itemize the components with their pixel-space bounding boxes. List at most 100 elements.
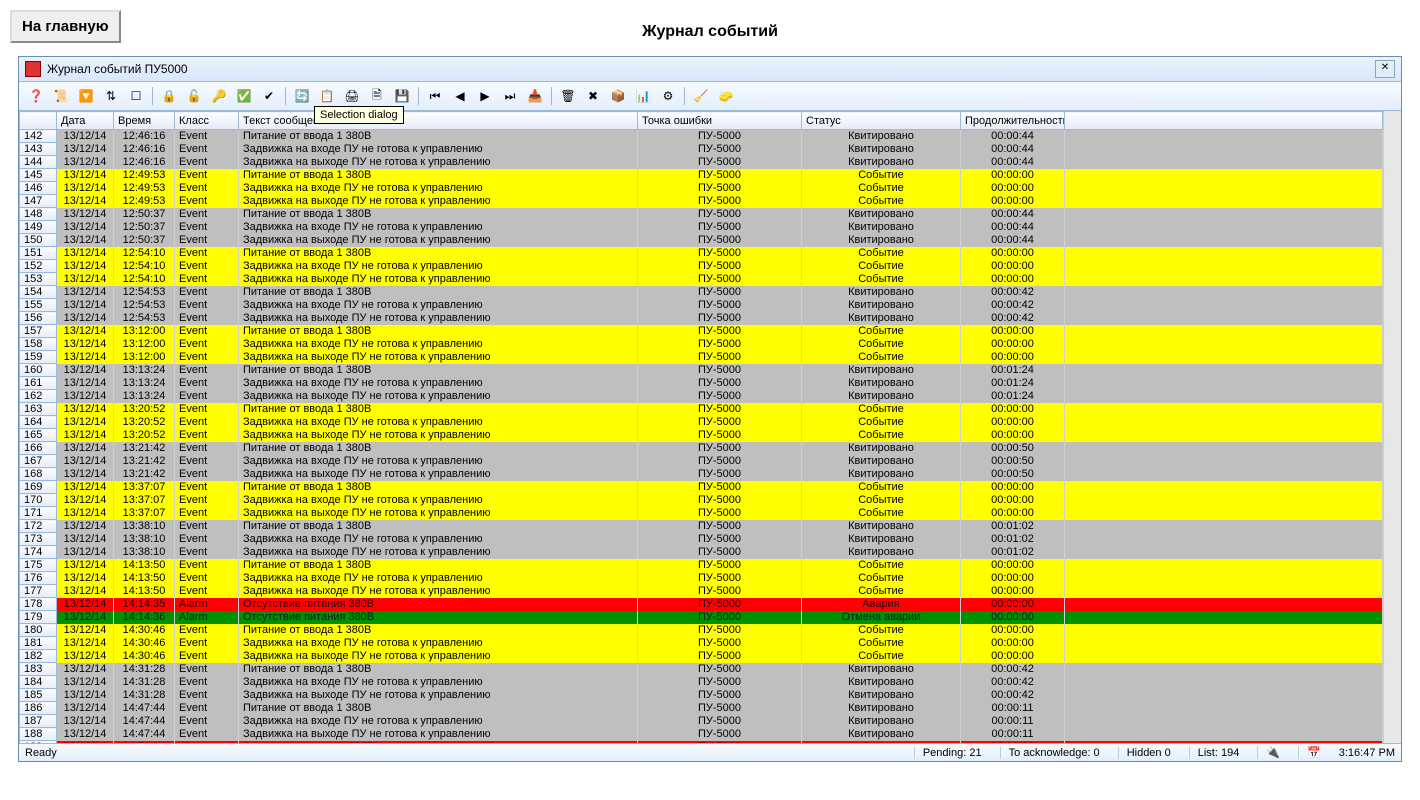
cell: ПУ-5000	[638, 416, 802, 429]
toolbar-refresh-icon[interactable]: 🔄	[291, 85, 313, 107]
column-header[interactable]: Статус	[802, 112, 961, 130]
table-row[interactable]: 16613/12/1413:21:42EventПитание от ввода…	[20, 442, 1383, 455]
table-row[interactable]: 14213/12/1412:46:16EventПитание от ввода…	[20, 130, 1383, 143]
column-header[interactable]: Время	[114, 112, 175, 130]
table-row[interactable]: 17313/12/1413:38:10EventЗадвижка на вход…	[20, 533, 1383, 546]
toolbar-archive-icon[interactable]: 📦	[607, 85, 629, 107]
cell: Event	[175, 338, 239, 351]
table-row[interactable]: 15613/12/1412:54:53EventЗадвижка на выхо…	[20, 312, 1383, 325]
toolbar-autoscroll-icon[interactable]: 📜	[50, 85, 72, 107]
home-button[interactable]: На главную	[10, 10, 121, 43]
toolbar-import-icon[interactable]: 📥	[524, 85, 546, 107]
cell: Event	[175, 299, 239, 312]
table-row[interactable]: 17913/12/1414:14:36AlarmОтсутствие питан…	[20, 611, 1383, 624]
table-row[interactable]: 15513/12/1412:54:53EventЗадвижка на вход…	[20, 299, 1383, 312]
table-row[interactable]: 14413/12/1412:46:16EventЗадвижка на выхо…	[20, 156, 1383, 169]
table-row[interactable]: 16913/12/1413:37:07EventПитание от ввода…	[20, 481, 1383, 494]
column-header[interactable]: Точка ошибки	[638, 112, 802, 130]
column-header[interactable]: Дата	[57, 112, 114, 130]
cell: Задвижка на входе ПУ не готова к управле…	[239, 715, 638, 728]
toolbar-print-icon[interactable]: 🖨	[341, 85, 363, 107]
toolbar-prev-icon[interactable]: ◀	[449, 85, 471, 107]
toolbar-unlock-icon[interactable]: 🔓	[183, 85, 205, 107]
toolbar-first-icon[interactable]: ⏮	[424, 85, 446, 107]
table-row[interactable]: 17813/12/1414:14:35AlarmОтсутствие питан…	[20, 598, 1383, 611]
table-row[interactable]: 17213/12/1413:38:10EventПитание от ввода…	[20, 520, 1383, 533]
toolbar-last-icon[interactable]: ⏭	[499, 85, 521, 107]
column-header[interactable]: Класс	[175, 112, 239, 130]
toolbar-ackall-icon[interactable]: ✅	[233, 85, 255, 107]
table-row[interactable]: 14813/12/1412:50:37EventПитание от ввода…	[20, 208, 1383, 221]
table-row[interactable]: 18513/12/1414:31:28EventЗадвижка на выхо…	[20, 689, 1383, 702]
table-row[interactable]: 18913/12/1414:54:14AlarmОтсутствие питан…	[20, 741, 1383, 744]
column-header[interactable]	[20, 112, 57, 130]
table-row[interactable]: 16213/12/1413:13:24EventЗадвижка на выхо…	[20, 390, 1383, 403]
toolbar-clearall-icon[interactable]: 🧽	[715, 85, 737, 107]
table-row[interactable]: 18213/12/1414:30:46EventЗадвижка на выхо…	[20, 650, 1383, 663]
table-row[interactable]: 14513/12/1412:49:53EventПитание от ввода…	[20, 169, 1383, 182]
table-row[interactable]: 16713/12/1413:21:42EventЗадвижка на вход…	[20, 455, 1383, 468]
column-header[interactable]: Текст сообщения	[239, 112, 638, 130]
column-header[interactable]: Продолжительность	[961, 112, 1065, 130]
toolbar-printpreview-icon[interactable]: 🗎	[366, 85, 388, 107]
table-row[interactable]: 15313/12/1412:54:10EventЗадвижка на выхо…	[20, 273, 1383, 286]
cell: 178	[20, 598, 57, 611]
table-row[interactable]: 18613/12/1414:47:44EventПитание от ввода…	[20, 702, 1383, 715]
cell: 00:00:00	[961, 338, 1065, 351]
table-row[interactable]: 18813/12/1414:47:44EventЗадвижка на выхо…	[20, 728, 1383, 741]
cell: Задвижка на выходе ПУ не готова к управл…	[239, 728, 638, 741]
table-row[interactable]: 17613/12/1414:13:50EventЗадвижка на вход…	[20, 572, 1383, 585]
table-row[interactable]: 18713/12/1414:47:44EventЗадвижка на вход…	[20, 715, 1383, 728]
table-row[interactable]: 16513/12/1413:20:52EventЗадвижка на выхо…	[20, 429, 1383, 442]
cell: Задвижка на выходе ПУ не готова к управл…	[239, 650, 638, 663]
table-row[interactable]: 15213/12/1412:54:10EventЗадвижка на вход…	[20, 260, 1383, 273]
table-row[interactable]: 15013/12/1412:50:37EventЗадвижка на выхо…	[20, 234, 1383, 247]
toolbar-copy-icon[interactable]: 📋	[316, 85, 338, 107]
table-row[interactable]: 16013/12/1413:13:24EventПитание от ввода…	[20, 364, 1383, 377]
toolbar-next-icon[interactable]: ▶	[474, 85, 496, 107]
cell: 165	[20, 429, 57, 442]
table-row[interactable]: 16313/12/1413:20:52EventПитание от ввода…	[20, 403, 1383, 416]
table-row[interactable]: 18413/12/1414:31:28EventЗадвижка на вход…	[20, 676, 1383, 689]
table-row[interactable]: 14913/12/1412:50:37EventЗадвижка на вход…	[20, 221, 1383, 234]
table-row[interactable]: 17713/12/1414:13:50EventЗадвижка на выхо…	[20, 585, 1383, 598]
toolbar-settings-icon[interactable]: ⚙	[657, 85, 679, 107]
toolbar-lock-icon[interactable]: 🔒	[158, 85, 180, 107]
table-row[interactable]: 17413/12/1413:38:10EventЗадвижка на выхо…	[20, 546, 1383, 559]
toolbar-clear-icon[interactable]: 🧹	[690, 85, 712, 107]
cell: ПУ-5000	[638, 312, 802, 325]
toolbar-export-icon[interactable]: 💾	[391, 85, 413, 107]
table-row[interactable]: 14313/12/1412:46:16EventЗадвижка на вход…	[20, 143, 1383, 156]
toolbar-ack-icon[interactable]: ✔	[258, 85, 280, 107]
table-row[interactable]: 15913/12/1413:12:00EventЗадвижка на выхо…	[20, 351, 1383, 364]
table-row[interactable]: 17113/12/1413:37:07EventЗадвижка на выхо…	[20, 507, 1383, 520]
table-row[interactable]: 16113/12/1413:13:24EventЗадвижка на вход…	[20, 377, 1383, 390]
table-row[interactable]: 18313/12/1414:31:28EventПитание от ввода…	[20, 663, 1383, 676]
table-row[interactable]: 15413/12/1412:54:53EventПитание от ввода…	[20, 286, 1383, 299]
toolbar-chart-icon[interactable]: 📊	[632, 85, 654, 107]
cell: 13/12/14	[57, 364, 114, 377]
table-row[interactable]: 17013/12/1413:37:07EventЗадвижка на вход…	[20, 494, 1383, 507]
table-row[interactable]: 15713/12/1413:12:00EventПитание от ввода…	[20, 325, 1383, 338]
column-header[interactable]	[1065, 112, 1383, 130]
toolbar-help-icon[interactable]: ❓	[25, 85, 47, 107]
cell: 12:49:53	[114, 169, 175, 182]
table-row[interactable]: 15113/12/1412:54:10EventПитание от ввода…	[20, 247, 1383, 260]
toolbar-key-icon[interactable]: 🔑	[208, 85, 230, 107]
table-row[interactable]: 14713/12/1412:49:53EventЗадвижка на выхо…	[20, 195, 1383, 208]
table-row[interactable]: 15813/12/1413:12:00EventЗадвижка на вход…	[20, 338, 1383, 351]
toolbar-filter-icon[interactable]: 🔽	[75, 85, 97, 107]
toolbar-sort-icon[interactable]: ⇅	[100, 85, 122, 107]
vertical-scrollbar[interactable]	[1383, 111, 1401, 743]
toolbar-select-icon[interactable]: ☐	[125, 85, 147, 107]
toolbar-delrow-icon[interactable]: ✖	[582, 85, 604, 107]
table-row[interactable]: 17513/12/1414:13:50EventПитание от ввода…	[20, 559, 1383, 572]
toolbar-delete-icon[interactable]: 🗑	[557, 85, 579, 107]
table-row[interactable]: 14613/12/1412:49:53EventЗадвижка на вход…	[20, 182, 1383, 195]
table-row[interactable]: 18013/12/1414:30:46EventПитание от ввода…	[20, 624, 1383, 637]
cell: Event	[175, 702, 239, 715]
table-row[interactable]: 16413/12/1413:20:52EventЗадвижка на вход…	[20, 416, 1383, 429]
close-icon[interactable]: ✕	[1375, 60, 1395, 78]
table-row[interactable]: 16813/12/1413:21:42EventЗадвижка на выхо…	[20, 468, 1383, 481]
table-row[interactable]: 18113/12/1414:30:46EventЗадвижка на вход…	[20, 637, 1383, 650]
